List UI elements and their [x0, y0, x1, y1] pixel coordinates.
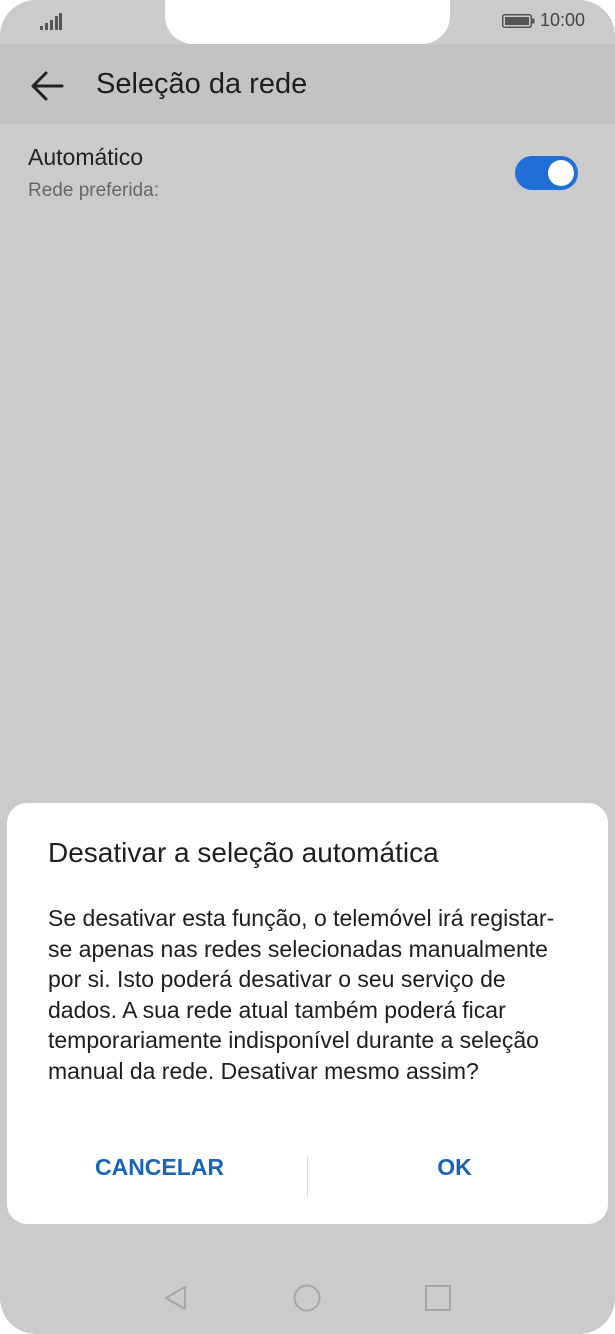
- app-bar: Seleção da rede: [0, 44, 615, 124]
- disable-auto-dialog: Desativar a seleção automática Se desati…: [7, 803, 608, 1224]
- toggle-knob: [548, 160, 574, 186]
- back-arrow-icon[interactable]: [28, 66, 68, 106]
- automatic-toggle[interactable]: [515, 156, 578, 190]
- preferred-network-label: Rede preferida:: [28, 180, 159, 201]
- nav-back-icon[interactable]: [161, 1283, 191, 1313]
- automatic-setting-label: Automático: [28, 144, 144, 170]
- cancel-button[interactable]: CANCELAR: [47, 1143, 272, 1191]
- ok-button[interactable]: OK: [327, 1143, 582, 1191]
- nav-recents-icon[interactable]: [423, 1283, 453, 1313]
- button-divider: [307, 1156, 308, 1197]
- navigation-bar: [0, 1266, 615, 1334]
- display-notch: [165, 0, 450, 44]
- status-time: 10:00: [540, 10, 586, 30]
- dialog-message: Se desativar esta função, o telemóvel ir…: [48, 905, 555, 1084]
- phone-screen: 10:00 Seleção da rede Automático Rede pr…: [0, 0, 615, 1334]
- nav-home-icon[interactable]: [292, 1283, 322, 1313]
- page-title: Seleção da rede: [96, 68, 308, 100]
- battery-icon: [502, 14, 535, 28]
- signal-icon: [40, 13, 62, 30]
- dialog-title: Desativar a seleção automática: [48, 837, 439, 868]
